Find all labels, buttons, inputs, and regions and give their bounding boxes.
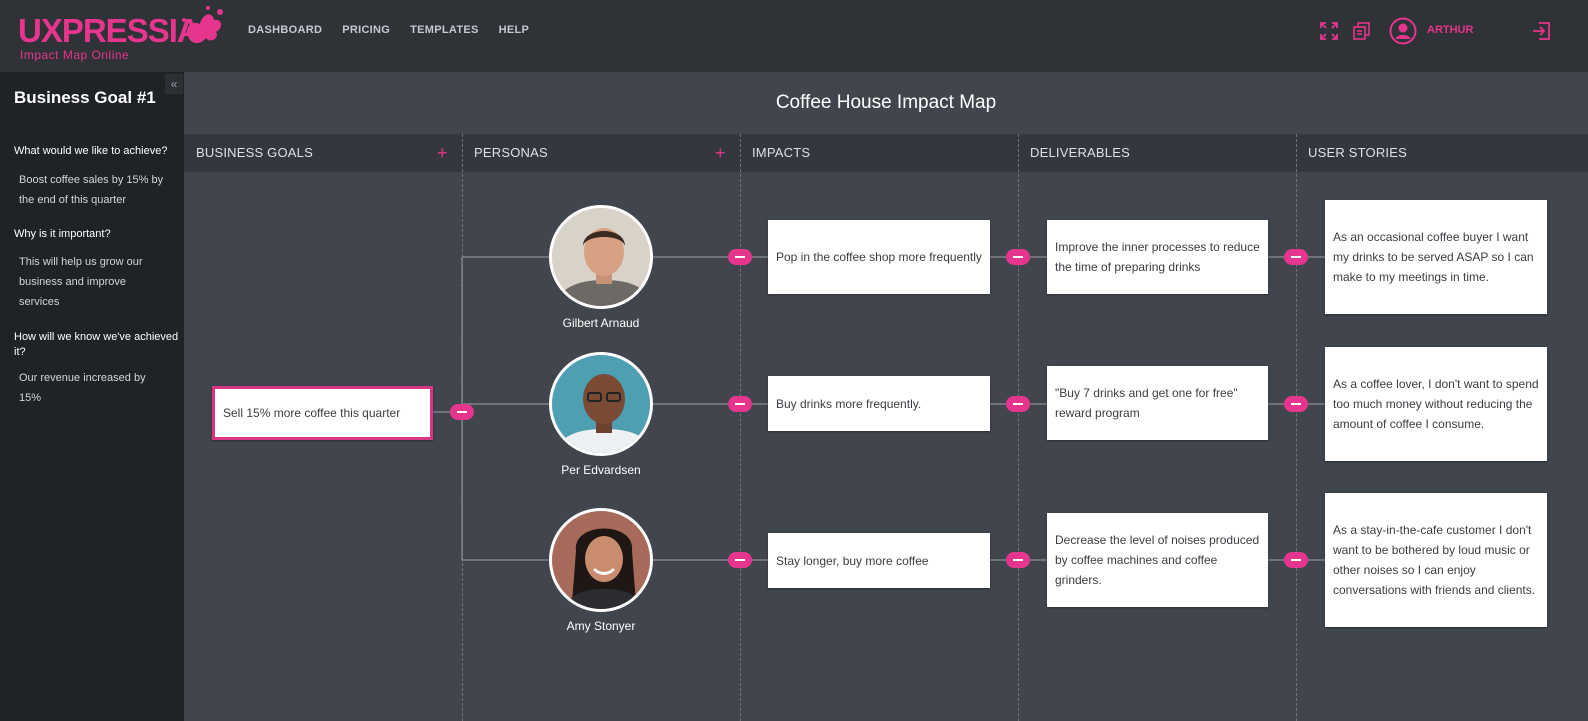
user-story-card[interactable]: As a coffee lover, I don't want to spend… [1325,347,1547,461]
impact-card[interactable]: Stay longer, buy more coffee [768,533,990,588]
user-story-card[interactable]: As a stay-in-the-cafe customer I don't w… [1325,493,1547,627]
deliverable-card[interactable]: "Buy 7 drinks and get one for free" rewa… [1047,366,1268,440]
deliverable-card[interactable]: Improve the inner processes to reduce th… [1047,220,1268,294]
user-story-text: As a stay-in-the-cafe customer I don't w… [1333,523,1536,597]
persona-name: Gilbert Arnaud [562,316,640,330]
minus-pill-icon[interactable] [728,552,752,568]
impact-card[interactable]: Pop in the coffee shop more frequently [768,220,990,294]
minus-pill-icon[interactable] [728,396,752,412]
deliverable-text: Improve the inner processes to reduce th… [1055,240,1260,274]
deliverable-card[interactable]: Decrease the level of noises produced by… [1047,513,1268,607]
user-story-text: As a coffee lover, I don't want to spend… [1333,377,1539,431]
impact-text: Stay longer, buy more coffee [776,553,929,568]
minus-pill-icon[interactable] [1006,249,1030,265]
impact-card[interactable]: Buy drinks more frequently. [768,376,990,431]
impact-text: Pop in the coffee shop more frequently [776,250,982,264]
minus-pill-icon[interactable] [1284,249,1308,265]
business-goal-card[interactable]: Sell 15% more coffee this quarter [212,386,433,440]
minus-pill-icon[interactable] [450,404,474,420]
persona-name: Amy Stonyer [566,619,636,633]
minus-pill-icon[interactable] [1284,552,1308,568]
business-goal-text: Sell 15% more coffee this quarter [223,406,401,420]
user-story-text: As an occasional coffee buyer I want my … [1333,230,1534,284]
persona-name: Per Edvardsen [561,463,641,477]
deliverable-text: Decrease the level of noises produced by… [1055,533,1260,587]
persona-avatar[interactable] [549,508,653,612]
persona-avatar[interactable] [549,205,653,309]
minus-pill-icon[interactable] [1006,396,1030,412]
impact-text: Buy drinks more frequently. [776,396,922,411]
deliverable-text: "Buy 7 drinks and get one for free" rewa… [1055,386,1238,420]
persona-avatar[interactable] [549,352,653,456]
minus-pill-icon[interactable] [1284,396,1308,412]
user-story-card[interactable]: As an occasional coffee buyer I want my … [1325,200,1547,314]
minus-pill-icon[interactable] [728,249,752,265]
minus-pill-icon[interactable] [1006,552,1030,568]
